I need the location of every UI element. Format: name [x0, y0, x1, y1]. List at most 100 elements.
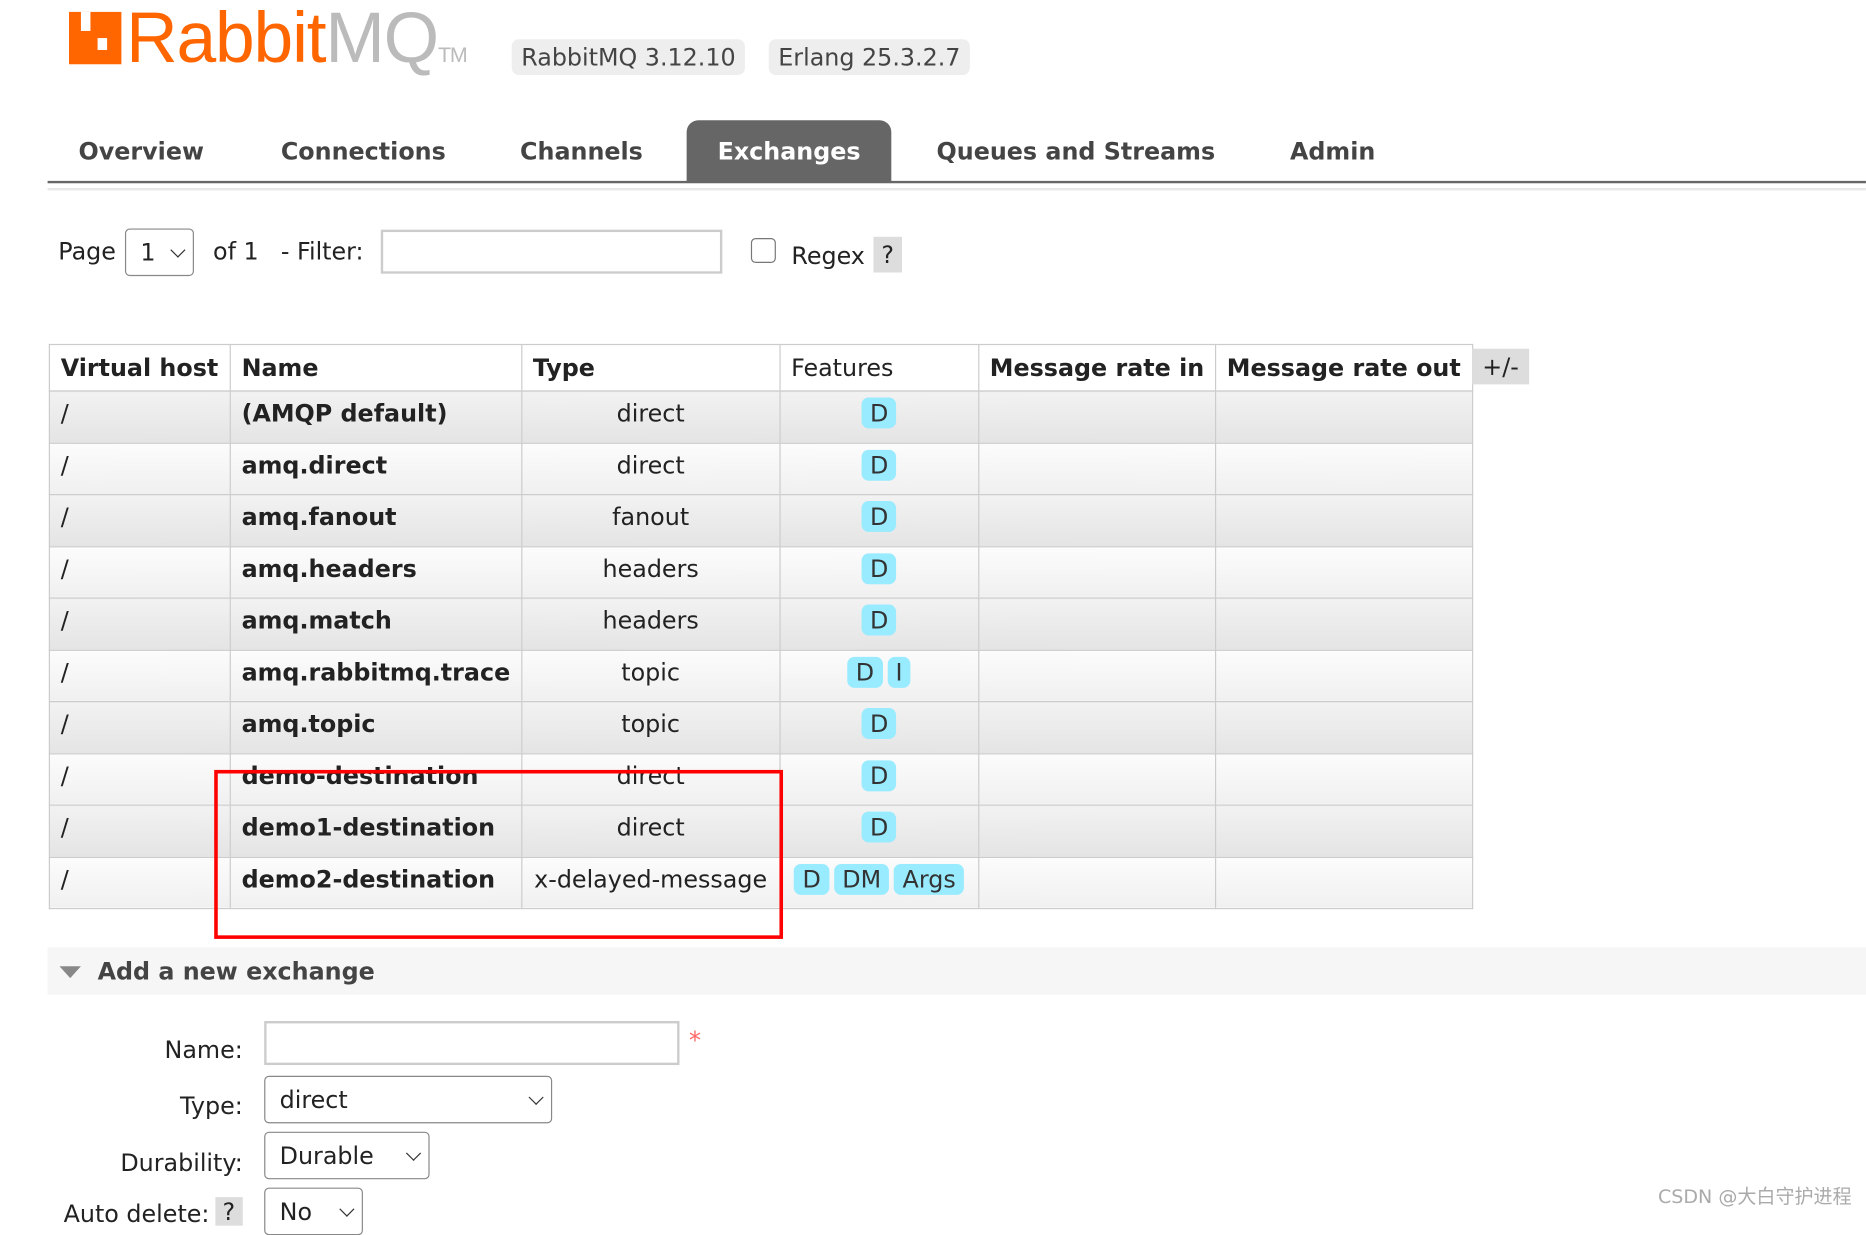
exchange-name-link[interactable]: amq.direct — [229, 442, 523, 496]
col-virtual-host: Virtual host — [48, 343, 231, 392]
feature-badge: D — [794, 863, 830, 895]
feature-badge: D — [847, 656, 883, 688]
of-pages-label: of 1 — [213, 236, 259, 266]
feature-badge: D — [861, 759, 897, 791]
message-rate-out-cell — [1214, 545, 1473, 599]
message-rate-in-cell — [977, 390, 1217, 444]
exchange-name-link[interactable]: (AMQP default) — [229, 390, 523, 444]
message-rate-out-cell — [1214, 700, 1473, 754]
vhost-cell: / — [48, 597, 231, 651]
tab-connections[interactable]: Connections — [281, 120, 446, 182]
message-rate-out-cell — [1214, 804, 1473, 858]
table-row: / amq.direct direct D — [48, 442, 1473, 496]
message-rate-out-cell — [1214, 442, 1473, 496]
add-exchange-header[interactable]: Add a new exchange — [47, 947, 1866, 995]
section-title: Add a new exchange — [97, 956, 375, 986]
regex-checkbox[interactable] — [750, 238, 776, 263]
exchange-name-input[interactable] — [264, 1021, 680, 1066]
auto-delete-select[interactable]: No — [264, 1187, 363, 1235]
table-row: / amq.fanout fanout D — [48, 493, 1473, 547]
col-features: Features — [779, 343, 980, 392]
feature-badge: D — [861, 397, 897, 429]
required-mark: * — [689, 1025, 701, 1055]
erlang-badge: Erlang 25.3.2.7 — [768, 39, 970, 75]
table-row: / amq.match headers D — [48, 597, 1473, 651]
chevron-down-icon — [528, 1089, 544, 1105]
vhost-cell: / — [48, 545, 231, 599]
tab-overview[interactable]: Overview — [79, 120, 204, 182]
tab-exchanges[interactable]: Exchanges — [686, 120, 892, 183]
message-rate-in-cell — [977, 493, 1217, 547]
exchange-name-link[interactable]: amq.headers — [229, 545, 523, 599]
tab-channels[interactable]: Channels — [520, 120, 643, 182]
vhost-cell: / — [48, 804, 231, 858]
features-cell: D DM Args — [779, 856, 980, 910]
exchange-name-link[interactable]: amq.match — [229, 597, 523, 651]
col-message-rate-in[interactable]: Message rate in — [977, 343, 1217, 392]
exchange-name-link[interactable]: amq.fanout — [229, 493, 523, 547]
name-label: Name: — [164, 1035, 243, 1064]
page-select[interactable]: 1 — [124, 228, 194, 277]
col-type[interactable]: Type — [520, 343, 781, 392]
feature-badge: D — [861, 604, 897, 636]
message-rate-in-cell — [977, 442, 1217, 496]
feature-badge: D — [861, 500, 897, 532]
message-rate-out-cell — [1214, 493, 1473, 547]
features-cell: D — [779, 390, 980, 444]
feature-badge: D — [861, 449, 897, 481]
type-cell: headers — [520, 597, 781, 651]
divider — [47, 188, 1866, 191]
table-row: / (AMQP default) direct D — [48, 390, 1473, 444]
rabbit-logo-icon — [69, 11, 122, 65]
features-cell: D — [779, 442, 980, 496]
feature-badge: D — [861, 708, 897, 739]
exchange-name-link[interactable]: amq.rabbitmq.trace — [229, 649, 523, 703]
table-row: / amq.headers headers D — [48, 545, 1473, 599]
type-cell: direct — [520, 442, 781, 496]
columns-toggle-button[interactable]: +/- — [1472, 348, 1530, 385]
feature-badge: I — [887, 656, 911, 688]
regex-help-button[interactable]: ? — [873, 236, 903, 273]
feature-badge: Args — [894, 863, 965, 895]
table-row: / amq.rabbitmq.trace topic D I — [48, 649, 1473, 703]
vhost-cell: / — [48, 649, 231, 703]
message-rate-in-cell — [977, 752, 1217, 806]
features-cell: D — [779, 597, 980, 651]
message-rate-in-cell — [977, 649, 1217, 703]
tab-queues-and-streams[interactable]: Queues and Streams — [937, 120, 1216, 182]
exchange-name-link[interactable]: amq.topic — [229, 700, 523, 754]
rabbitmq-logo: RabbitMQTM — [69, 2, 468, 90]
message-rate-out-cell — [1214, 597, 1473, 651]
page-label: Page — [58, 236, 116, 266]
auto-delete-help-button[interactable]: ? — [215, 1197, 243, 1226]
durability-select[interactable]: Durable — [264, 1131, 430, 1180]
message-rate-out-cell — [1214, 856, 1473, 910]
features-cell: DI — [779, 649, 980, 703]
type-cell: direct — [520, 390, 781, 444]
regex-label: Regex — [791, 241, 865, 271]
vhost-cell: / — [48, 493, 231, 547]
col-name[interactable]: Name — [229, 343, 523, 392]
message-rate-in-cell — [977, 856, 1217, 910]
tab-admin[interactable]: Admin — [1290, 120, 1375, 182]
tab-divider — [47, 180, 1866, 184]
vhost-cell: / — [48, 752, 231, 806]
type-cell: headers — [520, 545, 781, 599]
message-rate-out-cell — [1214, 752, 1473, 806]
features-cell: D — [779, 752, 980, 806]
features-cell: D — [779, 804, 980, 858]
vhost-cell: / — [48, 700, 231, 754]
feature-badge: D — [861, 552, 897, 584]
features-cell: D — [779, 700, 980, 754]
filter-input[interactable] — [380, 229, 723, 274]
col-message-rate-out[interactable]: Message rate out — [1214, 343, 1473, 392]
message-rate-out-cell — [1214, 649, 1473, 703]
type-cell: topic — [520, 649, 781, 703]
highlight-box — [214, 769, 784, 939]
feature-badge: D — [861, 811, 897, 843]
type-select[interactable]: direct — [264, 1075, 553, 1124]
collapse-triangle-icon — [59, 966, 81, 979]
message-rate-in-cell — [977, 804, 1217, 858]
chevron-down-icon — [170, 242, 186, 258]
watermark: CSDN @大白守护进程 — [1658, 1185, 1852, 1208]
